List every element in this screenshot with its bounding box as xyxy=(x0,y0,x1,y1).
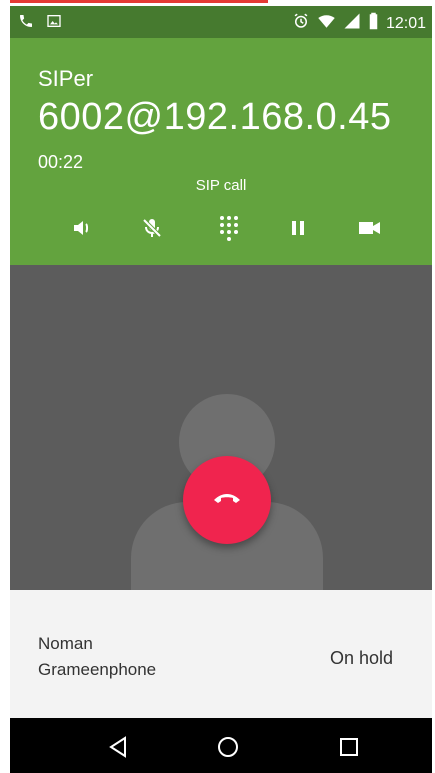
cell-signal-icon xyxy=(343,12,361,35)
back-icon xyxy=(106,736,132,764)
mute-button[interactable] xyxy=(132,215,172,245)
caller-address: 6002@192.168.0.45 xyxy=(38,96,392,138)
recents-button[interactable] xyxy=(336,734,362,760)
held-call-bar[interactable]: Noman Grameenphone On hold xyxy=(10,590,432,718)
status-left-icons xyxy=(18,13,62,34)
top-accent-line xyxy=(10,0,268,3)
call-type-label: SIP call xyxy=(195,177,247,194)
hold-button[interactable] xyxy=(278,215,318,245)
speaker-button[interactable] xyxy=(62,215,102,245)
navigation-bar xyxy=(10,718,432,773)
alarm-icon xyxy=(292,12,310,35)
image-icon xyxy=(46,13,62,34)
home-button[interactable] xyxy=(215,734,241,760)
held-caller-carrier: Grameenphone xyxy=(38,660,157,679)
status-bar: 12:01 xyxy=(10,6,432,38)
back-button[interactable] xyxy=(106,734,132,760)
mute-icon xyxy=(140,216,164,245)
app-name: SIPer xyxy=(38,66,94,91)
screen-frame: 12:01 SIPer 6002@192.168.0.45 00:22 SIP … xyxy=(0,0,435,773)
in-call-screen: 12:01 SIPer 6002@192.168.0.45 00:22 SIP … xyxy=(10,6,432,773)
speaker-icon xyxy=(70,216,94,245)
wifi-icon xyxy=(317,12,336,35)
recents-icon xyxy=(336,738,362,764)
end-call-button[interactable] xyxy=(183,456,271,544)
status-time: 12:01 xyxy=(385,14,426,32)
dialpad-icon xyxy=(217,214,241,247)
held-caller-name: Noman xyxy=(38,634,93,653)
battery-icon xyxy=(368,12,379,35)
call-duration: 00:22 xyxy=(38,152,84,172)
call-info-panel: SIPer 6002@192.168.0.45 00:22 SIP call xyxy=(10,38,432,265)
home-icon xyxy=(215,737,241,764)
call-controls xyxy=(10,215,432,245)
video-icon xyxy=(357,217,383,244)
phone-icon xyxy=(18,13,34,34)
dialpad-button[interactable] xyxy=(209,215,249,245)
hang-up-icon xyxy=(212,490,242,511)
held-call-status: On hold xyxy=(329,648,393,668)
video-button[interactable] xyxy=(350,215,390,245)
pause-icon xyxy=(288,217,308,244)
status-right-icons: 12:01 xyxy=(292,12,426,35)
